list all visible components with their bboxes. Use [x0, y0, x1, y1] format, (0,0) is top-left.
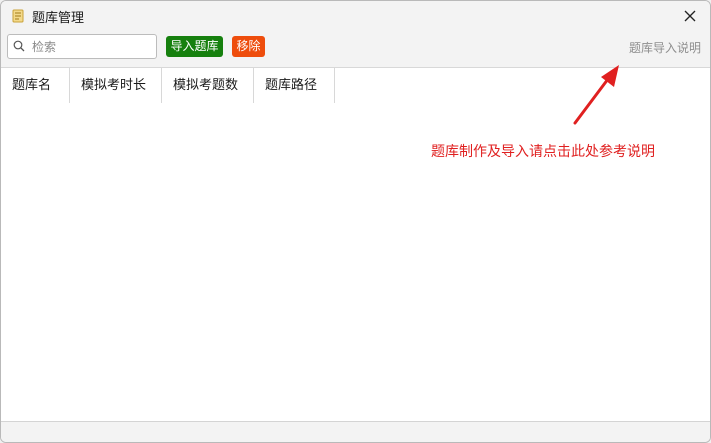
column-header-name[interactable]: 题库名	[1, 68, 70, 103]
title-bar: 题库管理	[1, 1, 710, 31]
search-input[interactable]	[30, 37, 154, 57]
app-icon	[10, 8, 26, 24]
toolbar: 导入题库 移除 题库导入说明	[1, 31, 710, 67]
search-box[interactable]	[7, 34, 157, 59]
arrow-icon	[573, 65, 619, 125]
remove-button[interactable]: 移除	[232, 36, 265, 57]
close-button[interactable]	[670, 1, 710, 31]
column-header-question-count[interactable]: 模拟考题数	[162, 68, 254, 103]
column-header-duration[interactable]: 模拟考时长	[70, 68, 162, 103]
status-bar	[1, 421, 710, 442]
close-icon	[684, 10, 696, 22]
annotation-text: 题库制作及导入请点击此处参考说明	[431, 144, 655, 160]
window-title: 题库管理	[32, 11, 85, 26]
import-help-link[interactable]: 题库导入说明	[629, 39, 701, 56]
search-icon	[13, 40, 25, 52]
dialog-window: 题库管理 导入题库 移除 题库导入说明 题库名 模拟考时长 模拟考题数 题库路径	[0, 0, 711, 443]
column-header-path[interactable]: 题库路径	[254, 68, 335, 103]
import-question-bank-button[interactable]: 导入题库	[166, 36, 223, 57]
